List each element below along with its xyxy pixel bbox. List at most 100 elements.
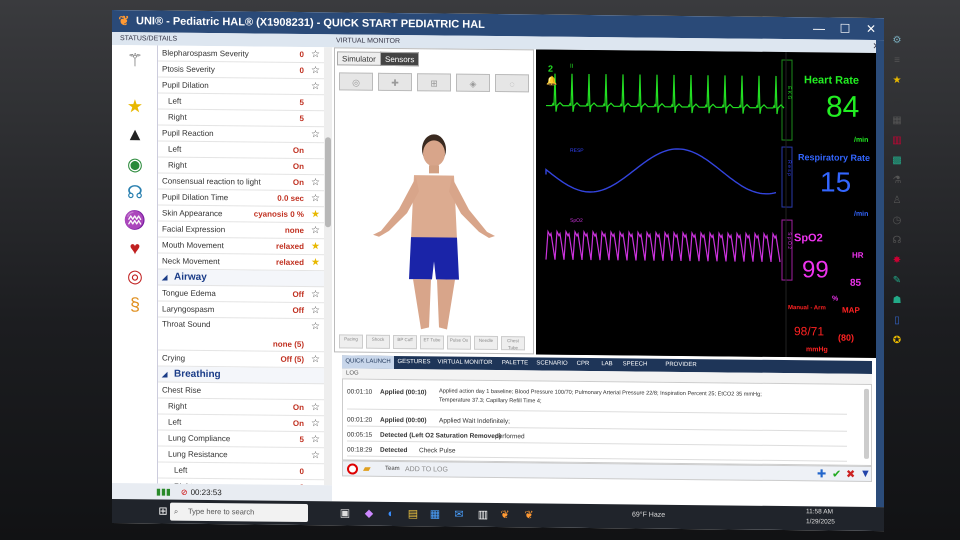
- uni-app-icon-2[interactable]: ❦: [522, 508, 536, 522]
- status-section-header[interactable]: Breathing ◢: [158, 366, 326, 385]
- bottom-tab[interactable]: QUICK LAUNCH: [342, 355, 394, 369]
- windows-start-icon[interactable]: ⊞: [156, 504, 170, 518]
- pacing-button[interactable]: Pacing: [339, 334, 363, 349]
- task-view-icon[interactable]: ▣: [338, 506, 352, 520]
- log-scrollbar[interactable]: [864, 388, 869, 459]
- weather-text[interactable]: 69°F Haze: [632, 511, 665, 518]
- star-outline-icon[interactable]: ☆: [311, 65, 320, 76]
- bottom-tab[interactable]: PROVIDER ACTIONS: [652, 359, 710, 381]
- star-outline-icon[interactable]: ☆: [311, 225, 320, 236]
- cancel-icon[interactable]: ✖: [846, 468, 855, 481]
- status-row[interactable]: Right 5: [158, 109, 326, 128]
- bottom-tab[interactable]: CPR: [572, 358, 594, 371]
- bottom-tab[interactable]: LAB: [596, 358, 618, 371]
- eye-icon[interactable]: ◉: [120, 151, 150, 177]
- folder-icon[interactable]: ▰: [363, 464, 371, 475]
- close-button[interactable]: ✕: [858, 18, 884, 40]
- edge-icon[interactable]: ◐: [384, 507, 398, 521]
- menu-icon[interactable]: ≡: [890, 54, 904, 68]
- status-scrollbar[interactable]: [324, 47, 332, 486]
- add-to-log-input[interactable]: ADD TO LOG: [405, 464, 725, 478]
- tool-button[interactable]: ⊞: [417, 73, 451, 92]
- person-icon[interactable]: ▲: [120, 121, 150, 147]
- status-row[interactable]: Tongue Edema Off ☆: [158, 285, 326, 304]
- tab-simulator[interactable]: Simulator: [337, 51, 381, 66]
- star-outline-icon[interactable]: ☆: [311, 402, 320, 413]
- star-outline-icon[interactable]: ☆: [311, 305, 320, 316]
- tool-button[interactable]: ◎: [339, 72, 373, 91]
- alert-icon[interactable]: ✸: [890, 254, 904, 268]
- status-row[interactable]: Blepharospasm Severity 0 ☆: [158, 45, 326, 64]
- document-icon[interactable]: ▯: [890, 314, 904, 328]
- star-outline-icon[interactable]: ☆: [311, 193, 320, 204]
- bell-icon[interactable]: 🔔: [546, 76, 557, 87]
- intestine-icon[interactable]: §: [120, 291, 150, 317]
- bottom-tab[interactable]: SPEECH: [620, 358, 650, 371]
- bottom-tab[interactable]: VIRTUAL MONITOR: [434, 356, 496, 370]
- collapse-icon[interactable]: ◢: [162, 273, 167, 281]
- status-row[interactable]: Lung Resistance ☆: [158, 446, 326, 465]
- pulse-ox-button[interactable]: Pulse Ox: [447, 335, 471, 350]
- clock-date[interactable]: 1/29/2025: [806, 518, 835, 525]
- status-row[interactable]: Chest Rise: [158, 382, 326, 401]
- bottom-tab[interactable]: SCENARIO: [534, 357, 570, 370]
- status-row[interactable]: Pupil Reaction ☆: [158, 125, 326, 144]
- status-row[interactable]: Laryngospasm Off ☆: [158, 301, 326, 320]
- add-icon[interactable]: ✚: [817, 467, 826, 480]
- star-outline-icon[interactable]: ☆: [311, 81, 320, 92]
- status-row[interactable]: Throat Sound none (5) ☆: [158, 317, 326, 353]
- gear-icon[interactable]: ⚙: [890, 34, 904, 48]
- chart-icon[interactable]: ▥: [890, 134, 904, 148]
- star-icon[interactable]: ★: [120, 93, 150, 119]
- maximize-button[interactable]: ☐: [832, 18, 858, 40]
- scroll-thumb[interactable]: [325, 137, 331, 228]
- bottom-tab[interactable]: PALETTE: [498, 357, 532, 370]
- record-icon[interactable]: [347, 463, 358, 475]
- status-row[interactable]: Lung Compliance 5 ☆: [158, 430, 326, 449]
- shock-button[interactable]: Shock: [366, 334, 390, 349]
- star-outline-icon[interactable]: ☆: [311, 418, 320, 429]
- lungs-icon[interactable]: ♒: [120, 207, 150, 233]
- favorite-star-icon[interactable]: ★: [311, 209, 320, 220]
- tool-button[interactable]: ✚: [378, 72, 412, 92]
- check-icon[interactable]: ✔: [832, 468, 841, 481]
- image-icon[interactable]: ▦: [890, 114, 904, 128]
- tool-button[interactable]: ◈: [456, 73, 490, 92]
- status-row[interactable]: Crying Off (5) ☆: [158, 350, 326, 369]
- report-icon[interactable]: ✪: [890, 334, 904, 348]
- explorer-icon[interactable]: ▤: [406, 507, 420, 521]
- log-entry[interactable]: 00:18:29 Detected Check Pulse: [347, 443, 847, 462]
- star-outline-icon[interactable]: ☆: [311, 450, 320, 461]
- clock-icon[interactable]: ◷: [890, 214, 904, 228]
- status-row[interactable]: Pupil Dilation Time 0.0 sec ☆: [158, 189, 326, 208]
- minimize-button[interactable]: —: [806, 17, 832, 39]
- headset-icon[interactable]: ☊: [890, 234, 904, 248]
- syringe-icon[interactable]: ✎: [890, 274, 904, 288]
- status-row[interactable]: Skin Appearance cyanosis 0 % ★: [158, 205, 326, 224]
- filter-icon[interactable]: ▼: [860, 468, 871, 480]
- bp-cuff-button[interactable]: BP Cuff: [393, 334, 417, 350]
- status-row[interactable]: Right On: [158, 157, 326, 176]
- star-outline-icon[interactable]: ☆: [311, 434, 320, 445]
- star-outline-icon[interactable]: ☆: [311, 177, 320, 188]
- star-outline-icon[interactable]: ☆: [311, 49, 320, 60]
- status-row[interactable]: Pupil Dilation ☆: [158, 77, 326, 96]
- grid-icon[interactable]: ▩: [890, 154, 904, 168]
- taskbar-search-input[interactable]: ⌕ Type here to search: [170, 502, 308, 523]
- tab-sensors[interactable]: Sensors: [380, 51, 420, 67]
- status-row[interactable]: Left 0: [158, 462, 326, 481]
- favorite-icon[interactable]: ★: [890, 74, 904, 88]
- star-outline-icon[interactable]: ☆: [311, 354, 320, 365]
- flask-icon[interactable]: ⚗: [890, 174, 904, 188]
- tool-button[interactable]: ◌: [495, 74, 529, 93]
- mail-icon[interactable]: ✉: [452, 508, 466, 522]
- status-row[interactable]: Right On ☆: [158, 398, 326, 417]
- monitor-icon[interactable]: ▭: [890, 94, 904, 108]
- favorite-star-icon[interactable]: ★: [311, 257, 320, 268]
- clock-time[interactable]: 11:58 AM: [806, 508, 833, 515]
- heartbeat-icon[interactable]: ♥: [120, 235, 150, 261]
- status-row[interactable]: Neck Movement relaxed ★: [158, 253, 326, 272]
- teams-icon[interactable]: ▥: [476, 508, 490, 522]
- patient-avatar[interactable]: [359, 129, 509, 341]
- bottom-tab[interactable]: GESTURES: [396, 356, 432, 369]
